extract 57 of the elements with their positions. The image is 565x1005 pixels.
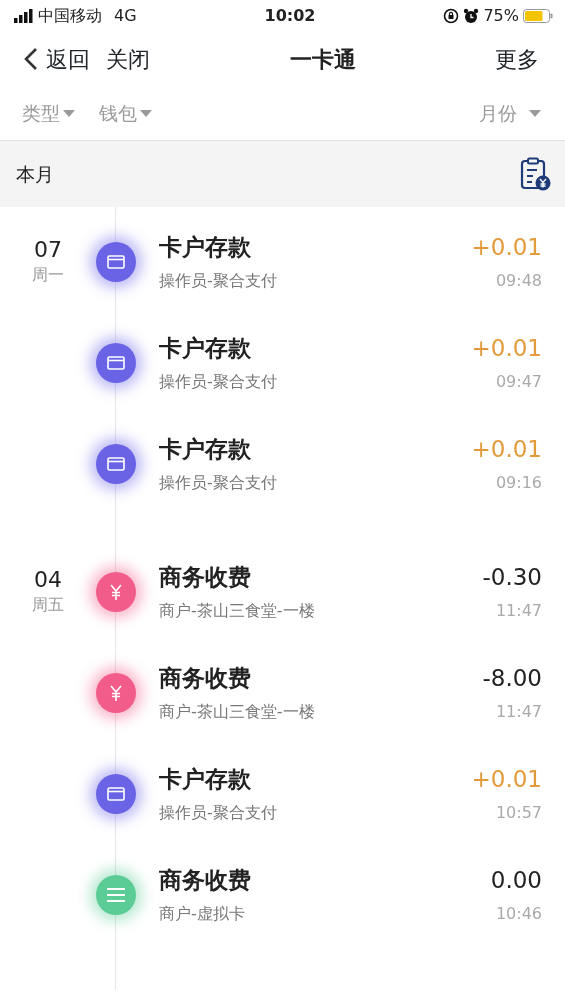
weekday-label: 周一 — [31, 264, 65, 287]
carrier-name: 中国移动 — [38, 5, 102, 27]
transaction-amount: -0.30 — [482, 563, 542, 592]
battery-percent: 75% — [483, 5, 519, 27]
menu-icon — [106, 887, 126, 903]
transaction-title: 卡户存款 — [159, 334, 252, 363]
transaction-source: 操作员-聚合支付 — [159, 471, 278, 494]
transaction-amount: 0.00 — [490, 866, 542, 895]
transaction-title: 商务收费 — [159, 563, 252, 592]
transaction-source: 商户-茶山三食堂-一楼 — [159, 599, 316, 622]
yen-icon — [109, 684, 123, 702]
transaction-source: 操作员-聚合支付 — [159, 370, 278, 393]
transaction-title: 卡户存款 — [159, 435, 252, 464]
card-icon — [107, 255, 125, 269]
page-title: 一卡通 — [288, 45, 357, 74]
status-time: 10:02 — [263, 5, 317, 27]
close-link[interactable]: 关闭 — [106, 42, 150, 76]
transaction-time: 09:48 — [494, 269, 542, 292]
back-icon — [24, 47, 38, 71]
transaction-time: 10:46 — [494, 902, 542, 925]
card-icon — [107, 787, 125, 801]
bill-icon[interactable] — [519, 157, 551, 191]
signal-icon — [14, 9, 34, 23]
day-number: 07 — [33, 237, 63, 264]
transaction-amount: +0.01 — [471, 435, 542, 464]
network-type: 4G — [114, 5, 137, 27]
transaction-time: 09:47 — [494, 370, 542, 393]
yen-icon — [109, 583, 123, 601]
transaction-title: 卡户存款 — [159, 765, 252, 794]
transaction-title: 商务收费 — [159, 664, 252, 693]
transaction-time: 09:16 — [494, 471, 542, 494]
transaction-amount: +0.01 — [471, 765, 542, 794]
day-number: 04 — [33, 567, 63, 594]
transaction-time: 11:47 — [494, 599, 542, 622]
caret-icon — [529, 109, 541, 117]
card-icon — [107, 457, 125, 471]
transaction-time: 10:57 — [494, 801, 542, 824]
transaction-title: 卡户存款 — [159, 233, 252, 262]
alarm-icon — [463, 8, 480, 24]
weekday-label: 周五 — [31, 594, 65, 617]
transaction-amount: +0.01 — [471, 334, 542, 363]
transaction-source: 商户-虚拟卡 — [159, 902, 246, 925]
transaction-source: 商户-茶山三食堂-一楼 — [159, 700, 316, 723]
back-button[interactable]: 返回 — [24, 42, 90, 76]
battery-icon — [523, 9, 553, 23]
transaction-amount: -8.00 — [482, 664, 542, 693]
transaction-source: 操作员-聚合支付 — [159, 801, 278, 824]
rotation-lock-icon — [443, 8, 460, 24]
transaction-title: 商务收费 — [159, 866, 252, 895]
caret-icon — [63, 109, 75, 117]
transaction-source: 操作员-聚合支付 — [159, 269, 278, 292]
month-label: 本月 — [16, 161, 54, 187]
transaction-time: 11:47 — [494, 700, 542, 723]
caret-icon — [140, 109, 152, 117]
transaction-amount: +0.01 — [471, 233, 542, 262]
more-link[interactable]: 更多 — [495, 42, 539, 76]
card-icon — [107, 356, 125, 370]
